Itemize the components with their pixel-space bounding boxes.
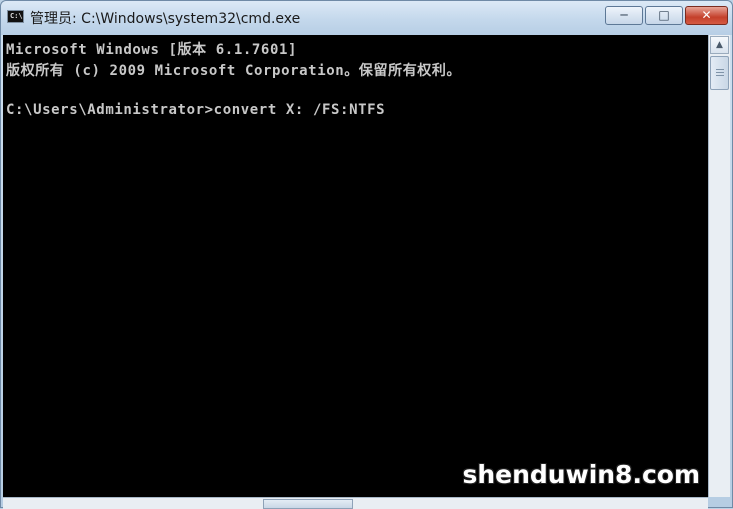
command-prompt-line: C:\Users\Administrator>convert X: /FS:NT… bbox=[6, 102, 386, 118]
grip-line bbox=[716, 69, 724, 70]
cmd-icon[interactable]: C:\ bbox=[7, 10, 24, 23]
console-line: 版权所有 (c) 2009 Microsoft Corporation。保留所有… bbox=[6, 63, 462, 79]
vertical-scrollbar[interactable]: ▲ bbox=[708, 35, 730, 497]
close-button[interactable]: ✕ bbox=[685, 6, 728, 25]
scroll-thumb[interactable] bbox=[710, 56, 729, 90]
grip-line bbox=[716, 75, 724, 76]
title-bar[interactable]: C:\ 管理员: C:\Windows\system32\cmd.exe ─ □… bbox=[1, 1, 732, 35]
horizontal-scrollbar[interactable] bbox=[3, 497, 708, 509]
console-output[interactable]: Microsoft Windows [版本 6.1.7601] 版权所有 (c)… bbox=[3, 35, 708, 497]
cmd-window: C:\ 管理员: C:\Windows\system32\cmd.exe ─ □… bbox=[0, 0, 733, 509]
scroll-up-button[interactable]: ▲ bbox=[710, 36, 729, 54]
window-title: 管理员: C:\Windows\system32\cmd.exe bbox=[30, 11, 301, 27]
watermark: shenduwin8.com bbox=[462, 460, 700, 489]
minimize-button[interactable]: ─ bbox=[605, 6, 643, 25]
maximize-button[interactable]: □ bbox=[645, 6, 683, 25]
console-line: Microsoft Windows [版本 6.1.7601] bbox=[6, 42, 298, 58]
grip-line bbox=[716, 72, 724, 73]
